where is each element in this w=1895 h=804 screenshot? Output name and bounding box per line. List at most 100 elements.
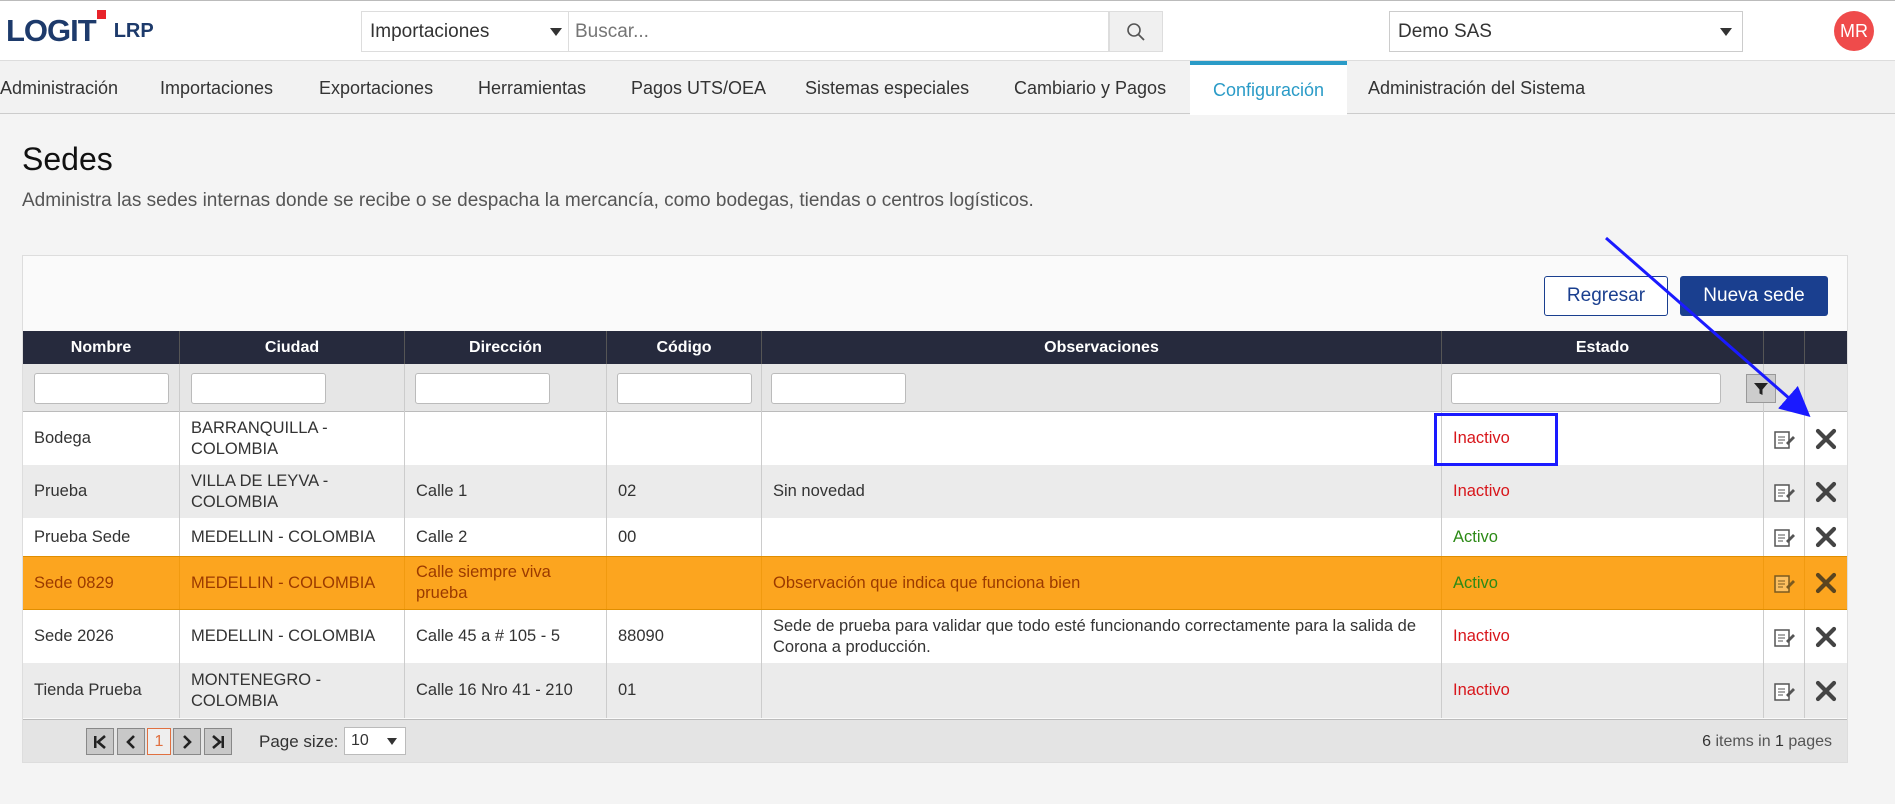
- edit-button[interactable]: [1764, 518, 1805, 556]
- new-sede-button[interactable]: Nueva sede: [1680, 276, 1828, 316]
- cell-codigo: [607, 412, 762, 465]
- next-page-button[interactable]: [173, 728, 201, 755]
- column-header-direccion[interactable]: Dirección: [405, 331, 607, 364]
- chevron-right-icon: [183, 734, 192, 749]
- cell-ciudad: MEDELLIN - COLOMBIA: [180, 557, 405, 609]
- filter-cell: [180, 364, 405, 412]
- cell-codigo: 00: [607, 518, 762, 556]
- table-row[interactable]: Sede 2026 MEDELLIN - COLOMBIA Calle 45 a…: [23, 610, 1847, 663]
- page-number[interactable]: 1: [147, 728, 171, 755]
- chevron-down-icon: [550, 28, 562, 36]
- edit-button[interactable]: [1764, 412, 1805, 465]
- prev-page-button[interactable]: [117, 728, 145, 755]
- pager-info: 6 items in 1 pages: [1702, 733, 1832, 751]
- table-row[interactable]: Tienda Prueba MONTENEGRO - COLOMBIA Call…: [23, 663, 1847, 718]
- pager: 1 Page size: 10 6 items in 1 pages: [23, 719, 1847, 762]
- cell-ciudad: VILLA DE LEYVA - COLOMBIA: [180, 465, 405, 518]
- edit-button[interactable]: [1764, 663, 1805, 718]
- delete-icon: [1815, 481, 1837, 502]
- page-description: Administra las sedes internas donde se r…: [22, 190, 1034, 211]
- avatar[interactable]: MR: [1834, 11, 1874, 51]
- nav-item-importaciones[interactable]: Importaciones: [160, 61, 273, 115]
- nav-item-sistemas-especiales[interactable]: Sistemas especiales: [805, 61, 969, 115]
- filter-cell: [1442, 364, 1764, 412]
- column-header-ciudad[interactable]: Ciudad: [180, 331, 405, 364]
- edit-button[interactable]: [1764, 557, 1805, 609]
- cell-direccion: Calle 2: [405, 518, 607, 556]
- column-header-observaciones[interactable]: Observaciones: [762, 331, 1442, 364]
- back-button[interactable]: Regresar: [1544, 276, 1668, 316]
- filter-cell: [1764, 364, 1805, 412]
- search-input[interactable]: [569, 11, 1109, 52]
- filter-input-codigo[interactable]: [617, 373, 752, 404]
- filter-input-estado[interactable]: [1451, 373, 1721, 404]
- delete-button[interactable]: [1805, 610, 1847, 663]
- grid-header: Nombre Ciudad Dirección Código Observaci…: [23, 331, 1847, 364]
- edit-icon: [1774, 430, 1795, 449]
- edit-button[interactable]: [1764, 465, 1805, 518]
- delete-button[interactable]: [1805, 412, 1847, 465]
- cell-nombre: Sede 2026: [23, 610, 180, 663]
- cell-observaciones: [762, 663, 1442, 718]
- nav-item-configuracion[interactable]: Configuración: [1190, 61, 1347, 115]
- column-header-delete: [1805, 331, 1847, 364]
- nav-item-administracion[interactable]: Administración: [0, 61, 118, 115]
- cell-nombre: Sede 0829: [23, 557, 180, 609]
- page-size-select[interactable]: 10: [344, 727, 406, 755]
- filter-row: [23, 364, 1847, 412]
- cell-observaciones: [762, 412, 1442, 465]
- column-header-codigo[interactable]: Código: [607, 331, 762, 364]
- column-header-nombre[interactable]: Nombre: [23, 331, 180, 364]
- nav-item-herramientas[interactable]: Herramientas: [478, 61, 586, 115]
- logo-mark: [96, 10, 106, 19]
- filter-input-nombre[interactable]: [34, 373, 169, 404]
- table-row-selected[interactable]: Sede 0829 MEDELLIN - COLOMBIA Calle siem…: [23, 556, 1847, 610]
- nav-item-administracion-sistema[interactable]: Administración del Sistema: [1368, 61, 1585, 115]
- filter-cell: [762, 364, 1442, 412]
- cell-direccion: Calle 16 Nro 41 - 210: [405, 663, 607, 718]
- column-header-estado[interactable]: Estado: [1442, 331, 1764, 364]
- cell-nombre: Prueba Sede: [23, 518, 180, 556]
- filter-input-ciudad[interactable]: [191, 373, 326, 404]
- delete-button[interactable]: [1805, 557, 1847, 609]
- main-nav: Administración Importaciones Exportacion…: [0, 60, 1895, 115]
- cell-codigo: 02: [607, 465, 762, 518]
- edit-button[interactable]: [1764, 610, 1805, 663]
- cell-codigo: 88090: [607, 610, 762, 663]
- cell-direccion: Calle 45 a # 105 - 5: [405, 610, 607, 663]
- table-row[interactable]: Bodega BARRANQUILLA - COLOMBIA Inactivo: [23, 412, 1847, 465]
- delete-button[interactable]: [1805, 518, 1847, 556]
- search-button[interactable]: [1109, 11, 1163, 52]
- cell-ciudad: MONTENEGRO - COLOMBIA: [180, 663, 405, 718]
- delete-icon: [1815, 572, 1837, 594]
- cell-observaciones: Observación que indica que funciona bien: [762, 557, 1442, 609]
- nav-item-pagos-uts-oea[interactable]: Pagos UTS/OEA: [631, 61, 766, 115]
- logo[interactable]: LOGIT LRP: [6, 10, 154, 48]
- table-row[interactable]: Prueba VILLA DE LEYVA - COLOMBIA Calle 1…: [23, 465, 1847, 518]
- edit-icon: [1774, 628, 1795, 647]
- cell-observaciones: Sede de prueba para validar que todo est…: [762, 610, 1442, 663]
- first-page-icon: [94, 734, 106, 749]
- edit-icon: [1774, 483, 1795, 502]
- last-page-button[interactable]: [204, 728, 232, 755]
- cell-observaciones: Sin novedad: [762, 465, 1442, 518]
- cell-nombre: Bodega: [23, 412, 180, 465]
- nav-item-cambiario-pagos[interactable]: Cambiario y Pagos: [1014, 61, 1166, 115]
- module-select[interactable]: Importaciones: [361, 11, 569, 52]
- delete-button[interactable]: [1805, 663, 1847, 718]
- first-page-button[interactable]: [86, 728, 114, 755]
- table-row[interactable]: Prueba Sede MEDELLIN - COLOMBIA Calle 2 …: [23, 518, 1847, 556]
- column-header-edit: [1764, 331, 1805, 364]
- filter-cell: [405, 364, 607, 412]
- company-select-value: Demo SAS: [1398, 20, 1492, 42]
- filter-input-direccion[interactable]: [415, 373, 550, 404]
- module-select-value: Importaciones: [370, 20, 490, 42]
- page-title: Sedes: [22, 141, 113, 177]
- delete-button[interactable]: [1805, 465, 1847, 518]
- filter-input-observaciones[interactable]: [771, 373, 906, 404]
- chevron-left-icon: [126, 734, 135, 749]
- nav-item-exportaciones[interactable]: Exportaciones: [319, 61, 433, 115]
- status-badge: Activo: [1442, 518, 1764, 556]
- edit-icon: [1774, 575, 1795, 593]
- company-select[interactable]: Demo SAS: [1389, 11, 1743, 52]
